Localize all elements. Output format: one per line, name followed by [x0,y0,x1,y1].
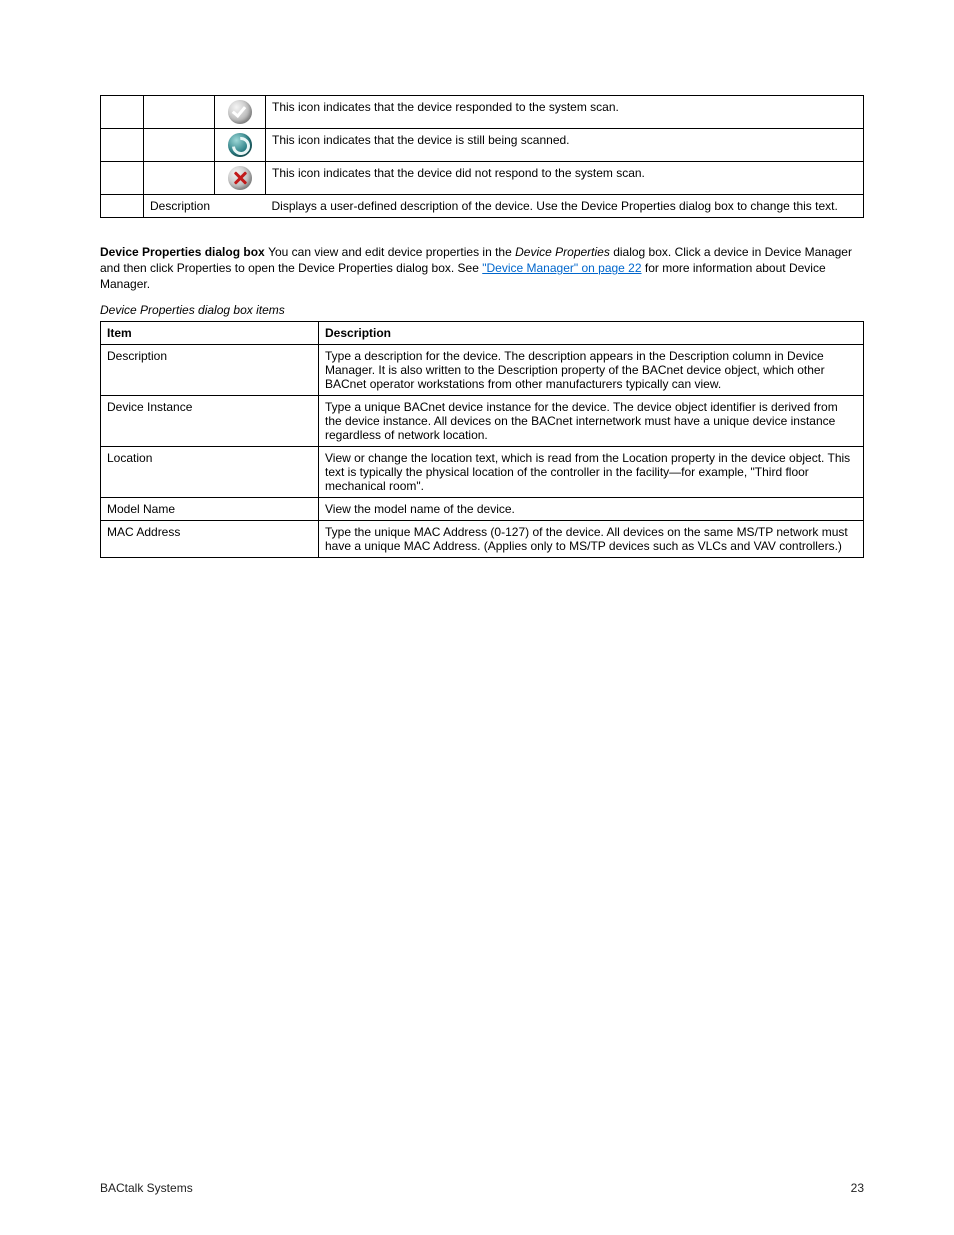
footer-left: BACtalk Systems [100,1181,193,1195]
legend-desc: Displays a user-defined description of t… [266,195,864,218]
table-row: Device Instance Type a unique BACnet dev… [101,395,864,446]
table-row: Description Type a description for the d… [101,344,864,395]
table-row: MAC Address Type the unique MAC Address … [101,520,864,557]
legend-desc: This icon indicates that the device is s… [266,129,864,162]
legend-label: Description [144,195,266,218]
device-properties-paragraph: Device Properties dialog box You can vie… [100,244,864,293]
x-icon [228,166,252,190]
device-properties-table: Item Description Description Type a desc… [100,321,864,558]
check-icon [228,100,252,124]
table-row: Model Name View the model name of the de… [101,497,864,520]
table-header-item: Item [101,321,319,344]
legend-desc: This icon indicates that the device resp… [266,96,864,129]
term-device-properties: Device Properties [515,245,610,259]
table-caption: Device Properties dialog box items [100,303,864,317]
paragraph-lead: Device Properties dialog box [100,245,268,259]
footer-page-number: 23 [851,1181,864,1195]
page-footer: BACtalk Systems 23 [100,1181,864,1195]
table-header-description: Description [319,321,864,344]
table-row: Location View or change the location tex… [101,446,864,497]
status-icon-legend-continued: This icon indicates that the device resp… [100,95,864,218]
device-manager-link[interactable]: "Device Manager" on page 22 [482,261,641,275]
legend-desc: This icon indicates that the device did … [266,162,864,195]
refresh-icon [228,133,252,157]
